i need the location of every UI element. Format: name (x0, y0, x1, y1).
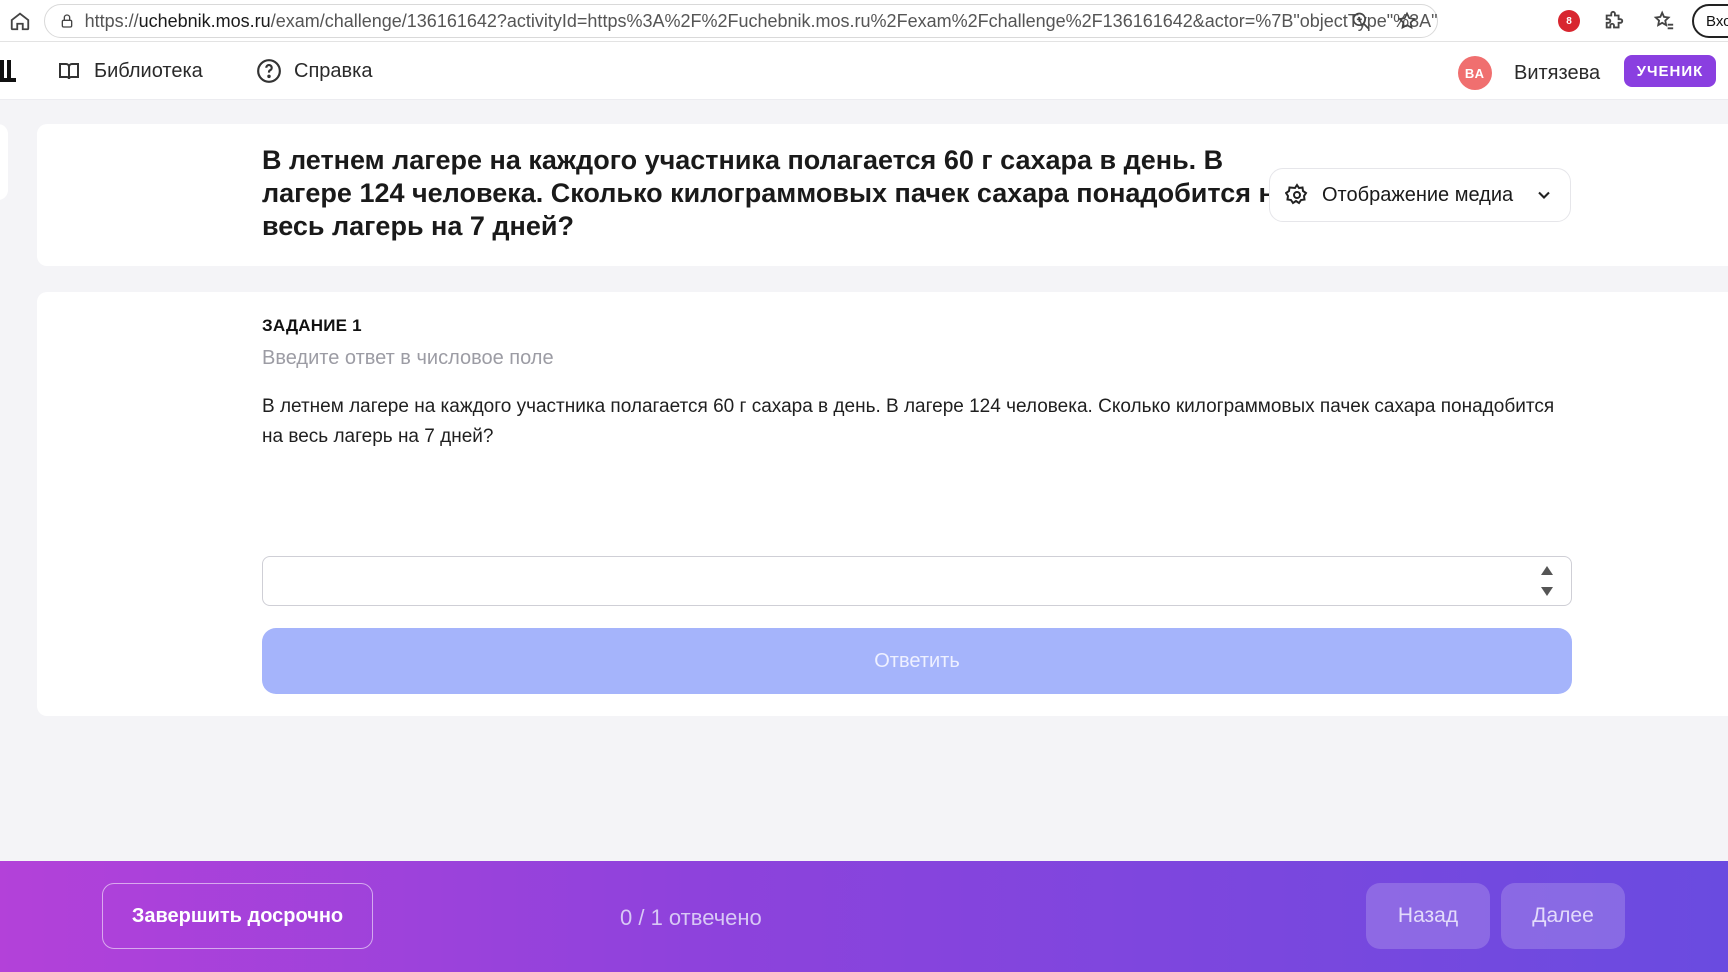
chevron-down-icon (1532, 183, 1556, 207)
logo[interactable] (0, 60, 16, 82)
url-domain: uchebnik.mos.ru (138, 10, 271, 31)
extensions-puzzle-icon[interactable] (1602, 9, 1626, 33)
nav-help-label: Справка (294, 59, 373, 82)
task-hint: Введите ответ в числовое поле (262, 347, 554, 369)
media-display-dropdown[interactable]: Отображение медиа (1269, 168, 1571, 222)
stepper-up-icon[interactable] (1541, 566, 1553, 575)
nav-help[interactable]: Справка (256, 56, 372, 86)
profile-login-button[interactable]: Вход (1692, 4, 1728, 38)
media-display-label: Отображение медиа (1322, 183, 1514, 206)
gear-icon (1284, 182, 1310, 208)
nav-library-label: Библиотека (94, 59, 203, 82)
browser-toolbar: https://uchebnik.mos.ru/exam/challenge/1… (0, 0, 1728, 42)
task-label: ЗАДАНИЕ 1 (262, 316, 362, 335)
site-info-icon[interactable] (57, 11, 77, 31)
favorites-icon[interactable] (1652, 9, 1676, 33)
progress-counter: 0 / 1 отвечено (620, 905, 762, 930)
bookmark-star-icon[interactable] (1397, 11, 1417, 36)
finish-early-button[interactable]: Завершить досрочно (102, 883, 373, 949)
question-title: В летнем лагере на каждого участника пол… (262, 145, 1290, 241)
extension-badge: 8 (1566, 15, 1572, 27)
url-prefix: https:// (84, 10, 139, 31)
user-name[interactable]: Витязева (1514, 62, 1600, 85)
task-card: ЗАДАНИЕ 1 Введите ответ в числовое поле … (37, 292, 1728, 716)
role-badge: УЧЕНИК (1624, 55, 1716, 87)
url-path: /exam/challenge/136161642?activityId=htt… (270, 10, 1437, 31)
avatar[interactable]: ВА (1458, 56, 1492, 90)
zoom-icon[interactable] (1351, 11, 1371, 36)
submit-answer-button[interactable]: Ответить (262, 628, 1572, 694)
answer-number-input[interactable] (262, 556, 1572, 606)
help-circle-icon (256, 58, 282, 84)
app-header: Библиотека Справка ВА Витязева УЧЕНИК (0, 42, 1728, 100)
url-text: https://uchebnik.mos.ru/exam/challenge/1… (85, 11, 1437, 32)
side-panel-edge (0, 124, 8, 200)
home-button[interactable] (0, 0, 40, 42)
next-button[interactable]: Далее (1501, 883, 1625, 949)
address-bar[interactable]: https://uchebnik.mos.ru/exam/challenge/1… (44, 4, 1438, 38)
task-text: В летнем лагере на каждого участника пол… (262, 396, 1555, 447)
home-icon (10, 12, 30, 30)
back-button[interactable]: Назад (1366, 883, 1490, 949)
book-icon (56, 58, 82, 84)
footer-bar: Завершить досрочно 0 / 1 отвечено Назад … (0, 861, 1728, 972)
number-stepper[interactable] (1537, 566, 1557, 596)
adblock-extension-icon[interactable]: 8 (1558, 10, 1580, 32)
stepper-down-icon[interactable] (1541, 587, 1553, 596)
question-card: В летнем лагере на каждого участника пол… (37, 124, 1728, 266)
nav-library[interactable]: Библиотека (56, 56, 203, 86)
